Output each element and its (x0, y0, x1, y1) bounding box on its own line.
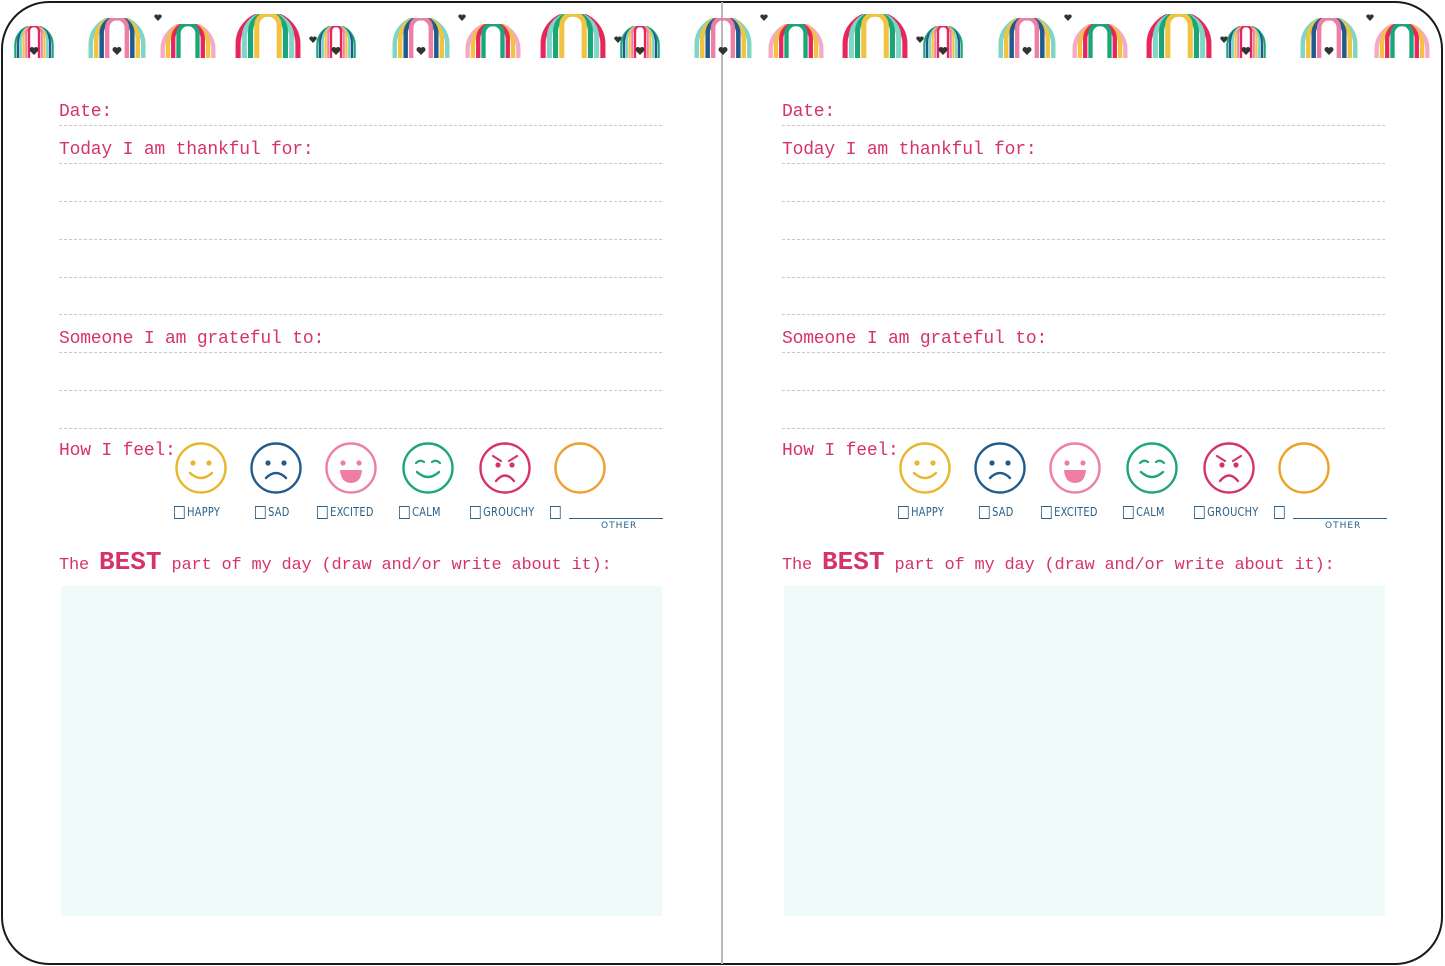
date-label: Date: (782, 102, 836, 122)
right-page: Date: Today I am thankful for: Someone I… (723, 0, 1443, 966)
mood-label: CALM (1136, 505, 1165, 519)
excited-face-icon (1049, 442, 1101, 494)
best-part-drawing-area[interactable] (61, 586, 662, 916)
grateful-line[interactable] (59, 390, 662, 391)
how-i-feel-label: How I feel: (59, 441, 176, 461)
mood-label: SAD (268, 505, 290, 519)
mood-label: HAPPY (187, 505, 221, 519)
sad-face-icon (250, 442, 302, 494)
grouchy-checkbox[interactable] (470, 505, 481, 519)
mood-option-sad[interactable]: SAD (255, 503, 290, 521)
happy-checkbox[interactable] (898, 505, 909, 519)
mood-option-sad[interactable]: SAD (979, 503, 1014, 521)
happy-checkbox[interactable] (174, 505, 185, 519)
grateful-label: Someone I am grateful to: (782, 329, 1048, 349)
mood-option-other[interactable] (550, 503, 563, 521)
calm-face-icon (1126, 442, 1178, 494)
thankful-line[interactable] (782, 239, 1385, 240)
other-checkbox[interactable] (1274, 505, 1285, 519)
happy-face-icon (899, 442, 951, 494)
grateful-line[interactable] (59, 428, 662, 429)
grateful-line[interactable] (59, 352, 662, 353)
date-label: Date: (59, 102, 113, 122)
mood-option-calm[interactable]: CALM (1123, 503, 1165, 521)
how-i-feel-label: How I feel: (782, 441, 899, 461)
mood-label: GROUCHY (1207, 505, 1259, 519)
mood-label: EXCITED (330, 505, 374, 519)
excited-face-icon (325, 442, 377, 494)
mood-option-grouchy[interactable]: GROUCHY (470, 503, 535, 521)
best-part-drawing-area[interactable] (784, 586, 1385, 916)
blank-face-icon (554, 442, 606, 494)
thankful-label: Today I am thankful for: (59, 140, 314, 160)
other-checkbox[interactable] (550, 505, 561, 519)
thankful-line[interactable] (782, 163, 1385, 164)
mood-label: EXCITED (1054, 505, 1098, 519)
thankful-line[interactable] (782, 201, 1385, 202)
happy-face-icon (175, 442, 227, 494)
other-label: OTHER (601, 521, 638, 531)
mood-label: CALM (412, 505, 441, 519)
grouchy-checkbox[interactable] (1194, 505, 1205, 519)
grateful-label: Someone I am grateful to: (59, 329, 325, 349)
other-label: OTHER (1325, 521, 1362, 531)
best-word: BEST (99, 547, 162, 577)
excited-checkbox[interactable] (1041, 505, 1052, 519)
mood-option-calm[interactable]: CALM (399, 503, 441, 521)
thankful-line[interactable] (782, 277, 1385, 278)
sad-checkbox[interactable] (979, 505, 990, 519)
best-word: BEST (822, 547, 885, 577)
grouchy-face-icon (479, 442, 531, 494)
calm-checkbox[interactable] (1123, 505, 1134, 519)
mood-option-happy[interactable]: HAPPY (898, 503, 944, 521)
other-input-line[interactable] (1293, 518, 1387, 519)
thankful-line[interactable] (59, 163, 662, 164)
grateful-line[interactable] (782, 428, 1385, 429)
grouchy-face-icon (1203, 442, 1255, 494)
grateful-line[interactable] (782, 352, 1385, 353)
best-prefix: The (782, 556, 823, 575)
grateful-line[interactable] (782, 390, 1385, 391)
best-suffix: part of my day (draw and/or write about … (161, 556, 612, 575)
calm-face-icon (402, 442, 454, 494)
thankful-label: Today I am thankful for: (782, 140, 1037, 160)
best-suffix: part of my day (draw and/or write about … (884, 556, 1335, 575)
thankful-line[interactable] (59, 239, 662, 240)
thankful-line[interactable] (59, 277, 662, 278)
sad-checkbox[interactable] (255, 505, 266, 519)
best-part-label: The BEST part of my day (draw and/or wri… (782, 547, 1335, 577)
date-line[interactable] (59, 125, 662, 126)
best-part-label: The BEST part of my day (draw and/or wri… (59, 547, 612, 577)
mood-option-grouchy[interactable]: GROUCHY (1194, 503, 1259, 521)
mood-option-excited[interactable]: EXCITED (317, 503, 374, 521)
mood-option-happy[interactable]: HAPPY (174, 503, 220, 521)
mood-label: SAD (992, 505, 1014, 519)
sad-face-icon (974, 442, 1026, 494)
best-prefix: The (59, 556, 100, 575)
other-input-line[interactable] (569, 518, 663, 519)
date-line[interactable] (782, 125, 1385, 126)
mood-label: GROUCHY (483, 505, 535, 519)
left-page: Date: Today I am thankful for: Someone I… (0, 0, 720, 966)
excited-checkbox[interactable] (317, 505, 328, 519)
thankful-line[interactable] (782, 314, 1385, 315)
calm-checkbox[interactable] (399, 505, 410, 519)
thankful-line[interactable] (59, 314, 662, 315)
blank-face-icon (1278, 442, 1330, 494)
mood-label: HAPPY (911, 505, 945, 519)
mood-option-other[interactable] (1274, 503, 1287, 521)
thankful-line[interactable] (59, 201, 662, 202)
mood-option-excited[interactable]: EXCITED (1041, 503, 1098, 521)
